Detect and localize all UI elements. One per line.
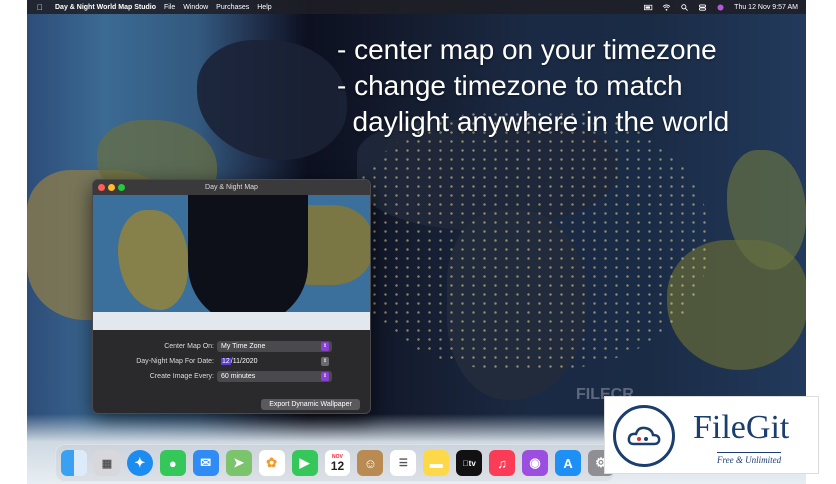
promo-line: - center map on your timezone <box>337 34 717 65</box>
battery-icon[interactable] <box>644 4 653 11</box>
date-stepper[interactable]: ⇕ <box>321 357 329 366</box>
maps-icon[interactable]: ➤ <box>225 450 252 476</box>
wifi-icon[interactable] <box>662 3 671 11</box>
menu-window[interactable]: Window <box>183 4 208 11</box>
export-wallpaper-button[interactable]: Export Dynamic Wallpaper <box>261 399 360 410</box>
dock: ▦ ✦ ● ✉ ➤ ✿ ▶ NOV 12 ☺ ☰ ▬ tv ♫ ◉ A ⚙ <box>55 444 615 482</box>
map-preview <box>93 195 370 330</box>
appletv-label: tv <box>465 458 476 468</box>
date-rest[interactable]: /11/2020 <box>231 358 258 365</box>
date-day[interactable]: 12 <box>221 358 231 365</box>
messages-icon[interactable]: ● <box>159 450 186 476</box>
menu-file[interactable]: File <box>164 4 175 11</box>
appletv-icon[interactable]: tv <box>456 450 483 476</box>
promo-line: - change timezone to match <box>337 70 683 101</box>
chevron-updown-icon: ⇕ <box>321 342 329 351</box>
interval-row: Create Image Every: 60 minutes ⇕ <box>93 371 370 383</box>
siri-icon[interactable] <box>716 3 725 11</box>
music-icon[interactable]: ♫ <box>489 450 516 476</box>
chevron-updown-icon: ⇕ <box>321 372 329 381</box>
mail-icon[interactable]: ✉ <box>192 450 219 476</box>
night-region <box>188 195 308 325</box>
photos-icon[interactable]: ✿ <box>258 450 285 476</box>
city-lights <box>347 110 707 370</box>
map-antarctica <box>93 312 370 330</box>
cloud-lock-icon <box>613 405 675 467</box>
podcasts-icon[interactable]: ◉ <box>522 450 549 476</box>
clock[interactable]: Thu 12 Nov 9:57 AM <box>734 4 798 11</box>
center-map-value: My Time Zone <box>221 343 266 350</box>
center-map-row: Center Map On: My Time Zone ⇕ <box>93 341 370 353</box>
close-button[interactable] <box>98 184 105 191</box>
filegit-subtitle: Free & Unlimited <box>717 452 782 465</box>
safari-icon[interactable]: ✦ <box>126 450 153 476</box>
interval-label: Create Image Every: <box>149 373 214 380</box>
date-row: Day-Night Map For Date: 12/11/2020 ⇕ <box>93 356 370 368</box>
facetime-icon[interactable]: ▶ <box>291 450 318 476</box>
menu-app-name[interactable]: Day & Night World Map Studio <box>55 4 156 11</box>
appstore-icon[interactable]: A <box>555 450 581 476</box>
window-title: Day & Night Map <box>205 184 258 191</box>
promo-text: - center map on your timezone - change t… <box>337 32 729 140</box>
date-label: Day-Night Map For Date: <box>136 358 214 365</box>
minimize-button[interactable] <box>108 184 115 191</box>
window-titlebar[interactable]: Day & Night Map <box>93 180 370 195</box>
center-map-label: Center Map On: <box>164 343 214 350</box>
apple-icon[interactable]:  <box>37 3 43 12</box>
interval-select[interactable]: 60 minutes ⇕ <box>217 371 332 382</box>
promo-line: daylight anywhere in the world <box>337 106 730 137</box>
date-field[interactable]: 12/11/2020 ⇕ <box>217 356 332 367</box>
calendar-day: 12 <box>330 458 345 473</box>
spotlight-icon[interactable] <box>680 3 689 11</box>
launchpad-icon[interactable]: ▦ <box>93 450 120 476</box>
center-map-select[interactable]: My Time Zone ⇕ <box>217 341 332 352</box>
reminders-icon[interactable]: ☰ <box>390 450 417 476</box>
control-center-icon[interactable] <box>698 3 707 11</box>
contacts-icon[interactable]: ☺ <box>357 450 384 476</box>
map-land <box>118 210 188 310</box>
filegit-title: FileGit <box>693 409 790 446</box>
app-window: Day & Night Map Center Map On: My Time Z… <box>92 179 371 414</box>
interval-value: 60 minutes <box>221 373 256 380</box>
zoom-button[interactable] <box>118 184 125 191</box>
filegit-logo: FileGit Free & Unlimited <box>604 396 819 474</box>
notes-icon[interactable]: ▬ <box>423 450 450 476</box>
status-area: Thu 12 Nov 9:57 AM <box>644 0 798 14</box>
menu-bar:  Day & Night World Map Studio File Wind… <box>27 0 806 14</box>
land-night-north <box>197 40 347 160</box>
calendar-icon[interactable]: NOV 12 <box>324 450 351 476</box>
menu-help[interactable]: Help <box>257 4 271 11</box>
menu-purchases[interactable]: Purchases <box>216 4 249 11</box>
finder-icon[interactable] <box>61 450 87 476</box>
